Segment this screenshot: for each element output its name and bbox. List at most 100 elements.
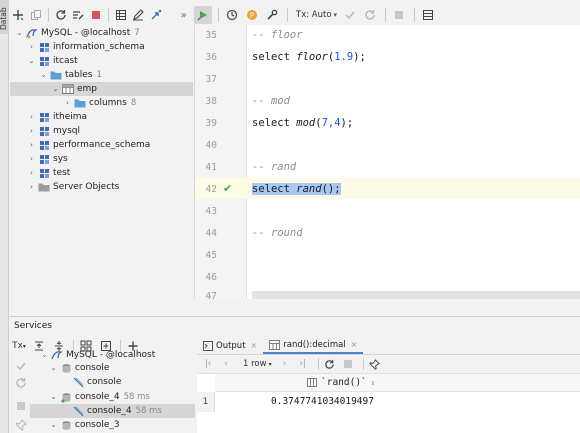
- tree-item-information-schema[interactable]: › information_schema: [10, 40, 193, 54]
- schema-icon: [38, 140, 50, 151]
- more-icon[interactable]: »: [175, 6, 192, 24]
- tree-item-label: information_schema: [53, 42, 145, 52]
- refresh-icon[interactable]: [52, 6, 69, 24]
- settings-icon[interactable]: [263, 6, 281, 24]
- column-header-rand[interactable]: `rand()` ⇕: [307, 377, 375, 388]
- tree-item-performance-schema[interactable]: › performance_schema: [10, 138, 193, 152]
- service-item-console[interactable]: ⌄ console: [30, 361, 195, 375]
- tree-item-tables[interactable]: ⌄ tables 1: [10, 68, 193, 82]
- keyword: select: [252, 51, 290, 63]
- database-explorer-toolbar: »: [10, 5, 193, 25]
- chevron-right-icon[interactable]: ›: [27, 155, 36, 164]
- chevron-down-icon[interactable]: ⌄: [51, 85, 60, 94]
- line-number: 47: [205, 291, 217, 299]
- line-number: 46: [205, 272, 217, 283]
- service-item-console-4-file[interactable]: console_4 58 ms: [30, 404, 195, 418]
- table-view-icon[interactable]: [112, 6, 129, 24]
- tree-item-sys[interactable]: › sys: [10, 152, 193, 166]
- chevron-right-icon[interactable]: ›: [27, 183, 36, 192]
- tree-item-itheima[interactable]: › itheima: [10, 110, 193, 124]
- toolbar-separator: [287, 8, 288, 22]
- chevron-down-icon[interactable]: ⌄: [49, 421, 58, 430]
- tx-button[interactable]: Tx ▾: [10, 338, 28, 354]
- chevron-down-icon[interactable]: ⌄: [39, 71, 48, 80]
- undo-icon[interactable]: [14, 376, 28, 390]
- schema-icon: [38, 56, 50, 67]
- pin-tab-icon[interactable]: [368, 357, 382, 371]
- toolbar-separator: [385, 8, 387, 22]
- service-item-console-file[interactable]: console: [30, 375, 195, 389]
- profile-icon[interactable]: P: [243, 6, 261, 24]
- service-item-console-3[interactable]: ⌄ console_3: [30, 418, 195, 432]
- console-file-icon: [72, 377, 84, 388]
- stop-icon[interactable]: [390, 6, 408, 24]
- stop-icon[interactable]: [88, 6, 105, 24]
- chevron-right-icon[interactable]: ›: [27, 141, 36, 150]
- keyword: select: [252, 117, 290, 129]
- chevron-down-icon[interactable]: ⌄: [15, 29, 24, 38]
- column-header-label: `rand()`: [321, 377, 367, 388]
- horizontal-scrollbar[interactable]: [252, 291, 580, 299]
- tree-item-columns[interactable]: › columns 8: [10, 96, 193, 110]
- chevron-right-icon[interactable]: ›: [63, 99, 72, 108]
- refresh-icon[interactable]: [323, 357, 337, 371]
- rollback-icon[interactable]: [361, 6, 379, 24]
- first-page-icon[interactable]: |‹: [201, 357, 215, 371]
- tab-output[interactable]: Output ×: [197, 337, 263, 354]
- rows-count-dropdown[interactable]: 1 row ▾: [243, 359, 272, 369]
- tree-item-mysql-localhost[interactable]: ⌄ MySQL - @localhost 7: [10, 26, 193, 40]
- edit-schema-icon[interactable]: [70, 6, 87, 24]
- next-page-icon[interactable]: ›: [278, 357, 292, 371]
- close-paren: );: [353, 51, 366, 63]
- tree-item-server-objects[interactable]: › Server Objects: [10, 180, 193, 194]
- tab-rand-decimal[interactable]: rand():decimal ×: [263, 337, 364, 354]
- tree-item-mysql[interactable]: › mysql: [10, 124, 193, 138]
- cell-rand-value[interactable]: 0.3747741034019497: [271, 396, 374, 407]
- line-number: 45: [205, 250, 217, 261]
- toolbar-separator: [362, 358, 364, 370]
- chevron-right-icon[interactable]: ›: [27, 127, 36, 136]
- sql-editor[interactable]: 35 -- floor 36 select floor(1.9); 37 38 …: [194, 25, 580, 299]
- copy-icon[interactable]: [28, 6, 45, 24]
- jump-icon[interactable]: [148, 6, 165, 24]
- grid-icon[interactable]: [419, 6, 437, 24]
- close-paren: );: [340, 117, 354, 129]
- chevron-right-icon[interactable]: ›: [27, 43, 36, 52]
- chevron-down-icon[interactable]: ⌄: [49, 393, 58, 402]
- tx-mode-dropdown[interactable]: Tx: Auto ▾: [296, 10, 337, 20]
- service-item-console-4[interactable]: ⌄ console_4 58 ms: [30, 390, 195, 404]
- commit-icon[interactable]: [341, 6, 359, 24]
- tree-item-itcast[interactable]: ⌄ itcast: [10, 54, 193, 68]
- add-icon[interactable]: [10, 6, 27, 24]
- previous-page-icon[interactable]: ‹: [219, 357, 233, 371]
- toolbar-separator: [414, 8, 416, 22]
- close-icon[interactable]: ×: [251, 341, 258, 350]
- tree-item-emp[interactable]: ⌄ emp: [10, 82, 193, 96]
- chevron-down-icon[interactable]: ⌄: [49, 364, 58, 373]
- sort-icon[interactable]: ⇕: [371, 379, 375, 387]
- database-tool-window-tab[interactable]: Datab: [0, 0, 9, 34]
- tree-item-count: 1: [96, 70, 102, 80]
- edit-icon[interactable]: [130, 6, 147, 24]
- chevron-down-icon[interactable]: ⌄: [27, 57, 36, 66]
- run-icon[interactable]: [194, 6, 212, 24]
- keyword: select: [252, 183, 290, 195]
- pin-icon[interactable]: [14, 418, 28, 432]
- chevron-down-icon[interactable]: ⌄: [40, 351, 49, 360]
- last-page-icon[interactable]: ›|: [296, 357, 310, 371]
- close-icon[interactable]: ×: [351, 340, 358, 349]
- check-icon[interactable]: [14, 359, 28, 373]
- tree-item-test[interactable]: › test: [10, 166, 193, 180]
- result-toolbar: |‹ ‹ 1 row ▾ › ›|: [197, 355, 580, 374]
- tree-item-label: test: [53, 168, 71, 178]
- stop-icon[interactable]: [341, 357, 355, 371]
- editor-toolbar: P Tx: Auto ▾: [194, 5, 580, 25]
- stop-icon[interactable]: [14, 399, 28, 413]
- line-number: 38: [205, 96, 217, 107]
- schema-icon: [38, 42, 50, 53]
- history-icon[interactable]: [223, 6, 241, 24]
- code-line-comment: -- round: [252, 227, 303, 239]
- chevron-right-icon[interactable]: ›: [27, 169, 36, 178]
- chevron-right-icon[interactable]: ›: [27, 113, 36, 122]
- table-row[interactable]: 1 0.3747741034019497: [197, 392, 580, 412]
